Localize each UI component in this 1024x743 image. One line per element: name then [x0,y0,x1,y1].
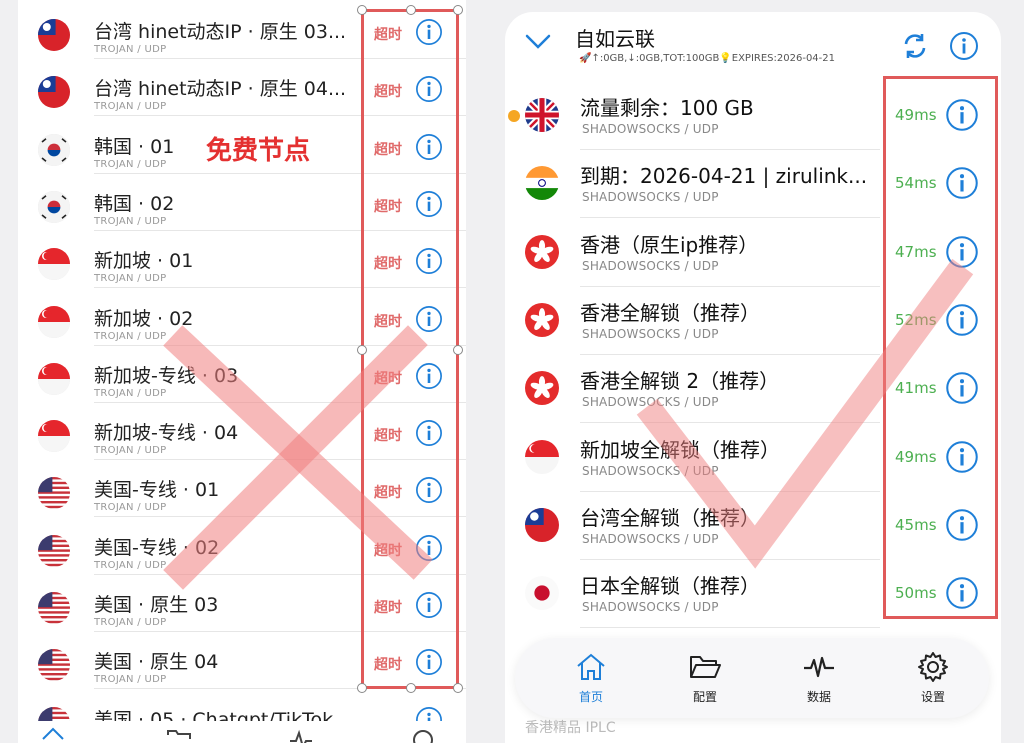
row-divider [580,627,880,629]
node-protocol: TROJAN / UDP [94,445,167,457]
node-protocol: TROJAN / UDP [94,158,167,170]
subscription-usage: 🚀↑:0GB,↓:0GB,TOT:100GB💡EXPIRES:2026-04-2… [579,53,836,64]
singapore-flag-icon [38,248,70,281]
node-protocol: TROJAN / UDP [94,215,167,227]
nav-data[interactable]: 数据 [779,650,859,705]
node-protocol: SHADOWSOCKS / UDP [582,190,719,205]
usa-flag-icon [38,592,70,624]
hongkong-flag-icon [525,234,559,269]
taiwan-flag-icon [38,19,70,51]
node-name: 台湾 hinet动态IP · 原生 04... [94,78,347,101]
refresh-icon[interactable] [900,31,930,61]
uk-flag-icon [525,98,559,132]
node-name: 美国 · 原生 03 [94,594,219,616]
node-name: 香港全解锁（推荐） [580,300,760,325]
node-name: 新加坡全解锁（推荐） [580,437,780,462]
node-name: 新加坡 · 01 [94,250,194,273]
chevron-down-icon[interactable] [523,32,553,52]
node-name: 新加坡-专线 · 04 [94,422,239,445]
node-name: 台湾全解锁（推荐） [580,505,760,530]
japan-flag-icon [525,576,559,611]
node-protocol: TROJAN / UDP [94,502,167,514]
gear-icon[interactable] [410,725,436,743]
node-name: 台湾 hinet动态IP · 原生 03... [94,21,347,43]
node-name: 韩国 · 02 [94,192,175,215]
gear-icon [916,650,950,684]
screenshot-stage: 台湾 hinet动态IP · 原生 03... TROJAN / UDP 超时 … [0,0,1024,743]
singapore-flag-icon [525,439,559,474]
subscription-node-list-panel: 自如云联 🚀↑:0GB,↓:0GB,TOT:100GB💡EXPIRES:2026… [505,12,1001,743]
nav-home[interactable]: 首页 [551,650,631,705]
node-name: 美国-专线 · 02 [94,536,220,559]
node-protocol: SHADOWSOCKS / UDP [582,463,719,478]
hongkong-flag-icon [525,302,559,337]
timeout-highlight-box [357,5,463,693]
node-protocol: SHADOWSOCKS / UDP [582,258,719,273]
node-name: 到期：2026-04-21 | zirulink... [580,164,868,189]
nav-settings[interactable]: 设置 [893,650,973,705]
singapore-flag-icon [38,362,70,395]
subscription-title: 自如云联 [575,27,655,51]
singapore-flag-icon [38,420,70,453]
hongkong-flag-icon [525,371,559,406]
node-protocol: SHADOWSOCKS / UDP [582,122,719,136]
left-bottom-nav [18,721,466,743]
folder-icon [688,650,722,684]
usa-flag-icon [38,477,70,510]
node-name: 新加坡-专线 · 03 [94,364,239,387]
taiwan-flag-icon [525,507,559,542]
info-icon[interactable] [949,31,979,61]
home-icon[interactable] [40,725,66,743]
list-item-behind-nav: 香港精品 IPLC [525,720,616,736]
india-flag-icon [525,166,559,201]
node-protocol: TROJAN / UDP [94,617,167,628]
node-protocol: TROJAN / UDP [94,559,167,571]
pulse-icon [802,650,836,684]
folder-icon[interactable] [166,725,192,743]
node-name: 新加坡 · 02 [94,307,194,330]
korea-flag-icon [38,133,70,166]
node-name: 日本全解锁（推荐） [580,574,760,599]
free-node-list-panel: 台湾 hinet动态IP · 原生 03... TROJAN / UDP 超时 … [18,0,466,743]
node-protocol: TROJAN / UDP [94,330,167,342]
nav-config[interactable]: 配置 [665,650,745,705]
node-name: 美国 · 原生 04 [94,651,219,674]
singapore-flag-icon [38,305,70,338]
node-name: 流量剩余：100 GB [580,96,754,120]
taiwan-flag-icon [38,76,70,109]
node-protocol: TROJAN / UDP [94,101,167,113]
node-protocol: TROJAN / UDP [94,387,167,399]
node-protocol: TROJAN / UDP [94,674,167,686]
free-nodes-annotation: 免费节点 [206,136,311,166]
usa-flag-icon [38,534,70,567]
node-protocol: SHADOWSOCKS / UDP [582,326,719,341]
usa-flag-icon [38,649,70,682]
node-protocol: SHADOWSOCKS / UDP [582,531,719,546]
pulse-icon[interactable] [288,725,314,743]
latency-highlight-box [883,76,998,619]
node-name: 美国-专线 · 01 [94,479,220,502]
korea-flag-icon [38,190,70,223]
node-name: 香港全解锁 2（推荐） [580,369,780,394]
home-icon [574,650,608,684]
node-protocol: SHADOWSOCKS / UDP [582,600,719,615]
selected-indicator [508,110,520,122]
node-name: 香港（原生ip推荐） [580,232,759,257]
node-protocol: SHADOWSOCKS / UDP [582,395,719,410]
bottom-nav: 首页 配置 数据 设置 [515,638,989,718]
node-protocol: TROJAN / UDP [94,44,167,55]
node-protocol: TROJAN / UDP [94,273,167,285]
